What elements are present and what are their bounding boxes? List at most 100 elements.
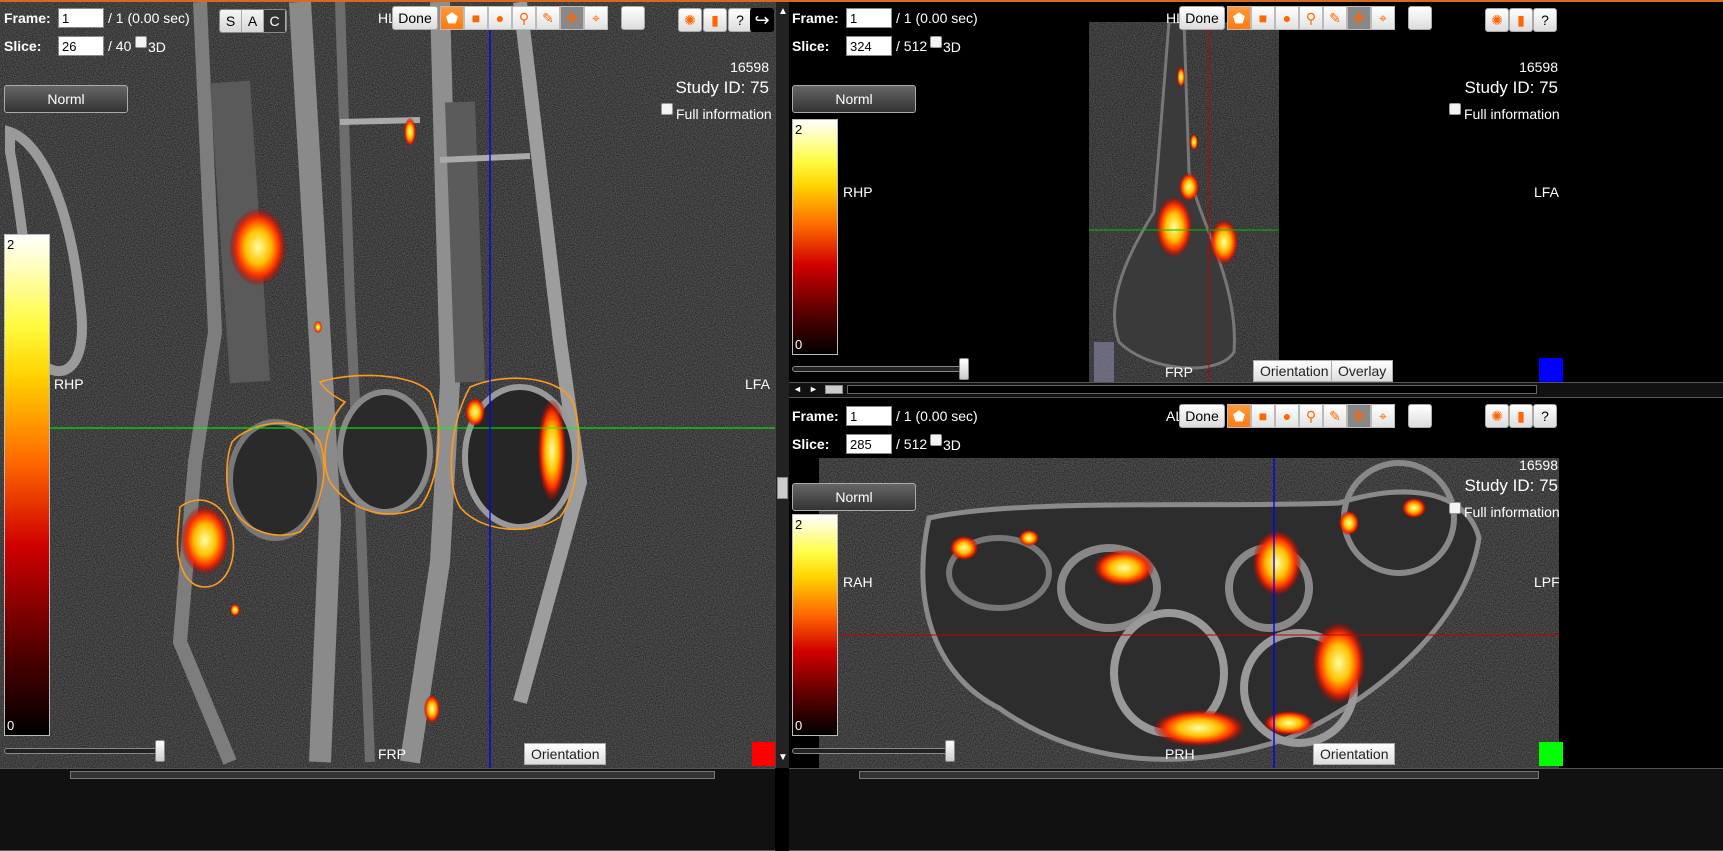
- move-cross-icon[interactable]: ✥: [560, 6, 584, 30]
- pentagon-icon[interactable]: ⬟: [1227, 6, 1251, 30]
- axial-button[interactable]: A: [242, 10, 264, 32]
- palette-icon[interactable]: ✺: [1485, 404, 1509, 428]
- splitter-down-icon[interactable]: ▼: [778, 752, 788, 763]
- roi-toolbar: ⬟ ■ ● ⚲ ✎ ✥ ⌖: [1227, 404, 1395, 428]
- left-scroll-thumb[interactable]: [70, 771, 715, 779]
- pencil-icon[interactable]: ✎: [1323, 404, 1347, 428]
- slice-total: / 512: [896, 38, 928, 54]
- full-info-checkbox[interactable]: [661, 103, 673, 115]
- frame-input[interactable]: [58, 8, 104, 28]
- bottom-right-scroll-thumb[interactable]: [859, 771, 1539, 779]
- orientation-button[interactable]: Orientation: [1313, 743, 1396, 765]
- frame-label: Frame:: [4, 10, 51, 26]
- full-info-label: Full information: [1464, 504, 1560, 520]
- window-slider[interactable]: [792, 366, 962, 372]
- axial-image[interactable]: [819, 458, 1559, 768]
- done-button[interactable]: Done: [1179, 404, 1225, 428]
- window-slider-knob[interactable]: [959, 358, 969, 380]
- orientation-bottom: FRP: [1165, 364, 1193, 380]
- 3d-checkbox[interactable]: [135, 36, 147, 48]
- move-cross-icon[interactable]: ✥: [1347, 6, 1371, 30]
- sagittal-image[interactable]: [1089, 22, 1279, 382]
- crosshair-icon[interactable]: ⌖: [1371, 404, 1395, 428]
- slice-input[interactable]: [846, 434, 892, 454]
- split-handle-icon[interactable]: [825, 385, 843, 394]
- square-icon[interactable]: ■: [464, 6, 488, 30]
- sagittal-mri-image: [1089, 22, 1279, 382]
- splitter-up-icon[interactable]: ▲: [778, 6, 788, 17]
- blank-tool-button[interactable]: [1408, 6, 1432, 30]
- histogram-icon[interactable]: ▮: [1509, 8, 1533, 32]
- blank-tool-button[interactable]: [1408, 404, 1432, 428]
- overlay-button[interactable]: Overlay: [1331, 360, 1394, 382]
- split-left-arrow-icon[interactable]: ◄: [793, 384, 802, 394]
- magnifier-icon[interactable]: ⚲: [1299, 6, 1323, 30]
- norml-button[interactable]: Norml: [792, 483, 916, 511]
- crosshair-icon[interactable]: ⌖: [1371, 6, 1395, 30]
- 3d-label: 3D: [943, 39, 961, 55]
- full-info-checkbox[interactable]: [1449, 103, 1461, 115]
- vertical-splitter[interactable]: ▲ ▼: [775, 2, 789, 768]
- circle-icon[interactable]: ●: [1275, 6, 1299, 30]
- square-icon[interactable]: ■: [1251, 6, 1275, 30]
- move-cross-icon[interactable]: ✥: [1347, 404, 1371, 428]
- done-button[interactable]: Done: [392, 6, 438, 30]
- pencil-icon[interactable]: ✎: [536, 6, 560, 30]
- square-icon[interactable]: ■: [1251, 404, 1275, 428]
- bottom-right-viewport[interactable]: Frame: / 1 (0.00 sec) Slice: / 512 3D AL…: [789, 398, 1723, 768]
- orientation-button[interactable]: Orientation: [524, 743, 607, 765]
- magnifier-icon[interactable]: ⚲: [1299, 404, 1323, 428]
- crosshair-icon[interactable]: ⌖: [584, 6, 608, 30]
- window-slider[interactable]: [792, 748, 952, 754]
- window-slider-knob[interactable]: [945, 740, 955, 762]
- slice-input[interactable]: [846, 36, 892, 56]
- split-track: [847, 385, 1537, 394]
- split-right-arrow-icon[interactable]: ►: [809, 384, 818, 394]
- sagittal-button[interactable]: S: [220, 10, 242, 32]
- left-viewport[interactable]: Frame: / 1 (0.00 sec) Slice: / 40 3D S A…: [0, 2, 775, 768]
- frame-input[interactable]: [846, 406, 892, 426]
- bottom-right-horizontal-scrollbar[interactable]: [789, 768, 1723, 851]
- window-slider[interactable]: [4, 748, 164, 754]
- norml-button[interactable]: Norml: [792, 85, 916, 113]
- 3d-checkbox[interactable]: [930, 36, 942, 48]
- top-right-viewport[interactable]: Frame: / 1 (0.00 sec) Slice: / 512 3D HL…: [789, 2, 1723, 382]
- splitter-handle-icon[interactable]: [777, 477, 788, 499]
- help-icon[interactable]: ?: [728, 8, 752, 32]
- pencil-icon[interactable]: ✎: [1323, 6, 1347, 30]
- coronal-button[interactable]: C: [264, 10, 286, 32]
- 3d-label: 3D: [943, 437, 961, 453]
- orientation-left: RHP: [843, 184, 873, 200]
- full-info-checkbox[interactable]: [1449, 502, 1461, 514]
- pentagon-icon[interactable]: ⬟: [440, 6, 464, 30]
- slice-input[interactable]: [58, 36, 104, 56]
- colorbar: 2 0: [792, 514, 838, 736]
- export-icon[interactable]: ↪: [750, 8, 774, 32]
- orientation-bottom: FRP: [378, 746, 406, 762]
- orientation-button[interactable]: Orientation: [1253, 360, 1336, 382]
- view-color-indicator: [752, 742, 775, 766]
- help-icon[interactable]: ?: [1533, 8, 1557, 32]
- norml-button[interactable]: Norml: [4, 85, 128, 113]
- palette-icon[interactable]: ✺: [1485, 8, 1509, 32]
- frame-input[interactable]: [846, 8, 892, 28]
- slice-label: Slice:: [792, 436, 830, 452]
- window-slider-knob[interactable]: [155, 740, 165, 762]
- circle-icon[interactable]: ●: [1275, 404, 1299, 428]
- blank-tool-button[interactable]: [621, 6, 645, 30]
- colorbar-max: 2: [795, 122, 803, 137]
- coronal-image[interactable]: [0, 2, 775, 768]
- help-icon[interactable]: ?: [1533, 404, 1557, 428]
- histogram-icon[interactable]: ▮: [1509, 404, 1533, 428]
- magnifier-icon[interactable]: ⚲: [512, 6, 536, 30]
- done-button[interactable]: Done: [1179, 6, 1225, 30]
- palette-icon[interactable]: ✺: [678, 8, 702, 32]
- frame-label: Frame:: [792, 408, 839, 424]
- 3d-checkbox[interactable]: [930, 434, 942, 446]
- histogram-icon[interactable]: ▮: [703, 8, 727, 32]
- pentagon-icon[interactable]: ⬟: [1227, 404, 1251, 428]
- slice-label: Slice:: [4, 38, 42, 54]
- left-horizontal-scrollbar[interactable]: [0, 768, 775, 851]
- circle-icon[interactable]: ●: [488, 6, 512, 30]
- right-horizontal-splitter[interactable]: ◄ ►: [789, 382, 1723, 398]
